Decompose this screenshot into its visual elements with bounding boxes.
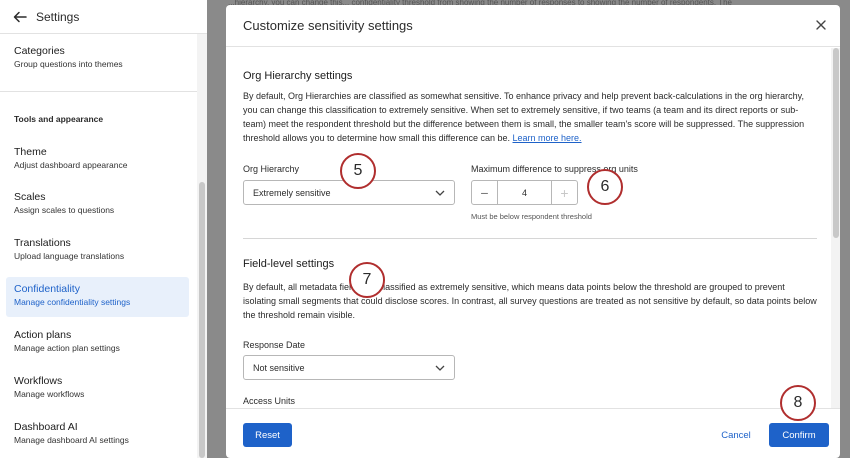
sidebar-item-title: Dashboard AI [14, 421, 78, 433]
arrow-left-icon[interactable] [12, 9, 28, 25]
sidebar-title: Settings [36, 9, 80, 24]
sidebar-item-title: Categories [14, 45, 65, 57]
sidebar-item-scales[interactable]: Scales Assign scales to questions [6, 190, 189, 217]
reset-button[interactable]: Reset [243, 423, 292, 447]
sidebar-item-title: Translations [14, 237, 71, 249]
sidebar-item-title: Theme [14, 146, 47, 158]
sensitivity-settings-modal: Customize sensitivity settings Org Hiera… [226, 5, 840, 458]
max-difference-hint: Must be below respondent threshold [471, 212, 592, 221]
sidebar-item-subtitle: Upload language translations [14, 251, 125, 261]
step-callout-8: 8 [780, 385, 816, 421]
response-date-selected-value: Not sensitive [253, 362, 305, 373]
max-difference-input[interactable]: 4 [497, 181, 552, 204]
response-date-label: Response Date [243, 340, 306, 350]
decrement-button[interactable]: − [472, 181, 497, 204]
max-difference-stepper: − 4 + [471, 180, 578, 205]
sidebar-item-title: Confidentiality [14, 283, 80, 295]
sidebar-header: Settings [0, 0, 207, 34]
field-level-description: By default, all metadata fields are clas… [243, 282, 817, 320]
confirm-button[interactable]: Confirm [769, 423, 829, 447]
step-callout-5: 5 [340, 153, 376, 189]
section-divider [243, 238, 817, 239]
modal-scrollbar-thumb[interactable] [833, 48, 839, 238]
sidebar-scrollbar-thumb[interactable] [199, 182, 205, 458]
chevron-down-icon [435, 365, 445, 371]
org-hierarchy-description: By default, Org Hierarchies are classifi… [243, 89, 818, 145]
sidebar-item-theme[interactable]: Theme Adjust dashboard appearance [6, 145, 189, 172]
chevron-down-icon [435, 190, 445, 196]
modal-title: Customize sensitivity settings [243, 18, 413, 33]
org-hierarchy-selected-value: Extremely sensitive [253, 187, 331, 198]
org-hierarchy-heading: Org Hierarchy settings [243, 70, 353, 82]
step-callout-6: 6 [587, 169, 623, 205]
sidebar-item-categories[interactable]: Categories Group questions into themes [6, 44, 189, 71]
sidebar-item-action-plans[interactable]: Action plans Manage action plan settings [6, 328, 189, 355]
sidebar-divider [0, 91, 197, 92]
sidebar-item-title: Scales [14, 191, 46, 203]
modal-body: Org Hierarchy settings By default, Org H… [226, 48, 840, 408]
sidebar-section-label: Tools and appearance [14, 114, 104, 124]
settings-sidebar: Settings Categories Group questions into… [0, 0, 207, 458]
sidebar-item-subtitle: Manage action plan settings [14, 343, 120, 353]
sidebar-item-subtitle: Assign scales to questions [14, 205, 115, 215]
step-callout-7: 7 [349, 262, 385, 298]
sidebar-item-subtitle: Adjust dashboard appearance [14, 160, 128, 170]
org-hierarchy-label: Org Hierarchy [243, 164, 300, 174]
cancel-button[interactable]: Cancel [706, 423, 766, 447]
access-units-label: Access Units [243, 396, 296, 406]
response-date-select[interactable]: Not sensitive [243, 355, 455, 380]
field-level-heading: Field-level settings [243, 258, 335, 270]
close-icon[interactable] [814, 18, 828, 32]
sidebar-item-title: Action plans [14, 329, 72, 341]
sidebar-item-subtitle: Manage dashboard AI settings [14, 435, 129, 445]
sidebar-item-subtitle: Group questions into themes [14, 59, 123, 69]
sidebar-item-subtitle: Manage confidentiality settings [14, 297, 131, 307]
sidebar-item-dashboard-ai[interactable]: Dashboard AI Manage dashboard AI setting… [6, 420, 189, 447]
sidebar-item-translations[interactable]: Translations Upload language translation… [6, 236, 189, 263]
sidebar-item-title: Workflows [14, 375, 63, 387]
learn-more-link[interactable]: Learn more here. [513, 133, 582, 143]
sidebar-item-confidentiality[interactable]: Confidentiality Manage confidentiality s… [6, 277, 189, 317]
modal-header: Customize sensitivity settings [226, 5, 840, 47]
sidebar-item-workflows[interactable]: Workflows Manage workflows [6, 374, 189, 401]
increment-button[interactable]: + [552, 181, 577, 204]
modal-footer: Reset Cancel Confirm [226, 408, 840, 458]
sidebar-item-subtitle: Manage workflows [14, 389, 85, 399]
